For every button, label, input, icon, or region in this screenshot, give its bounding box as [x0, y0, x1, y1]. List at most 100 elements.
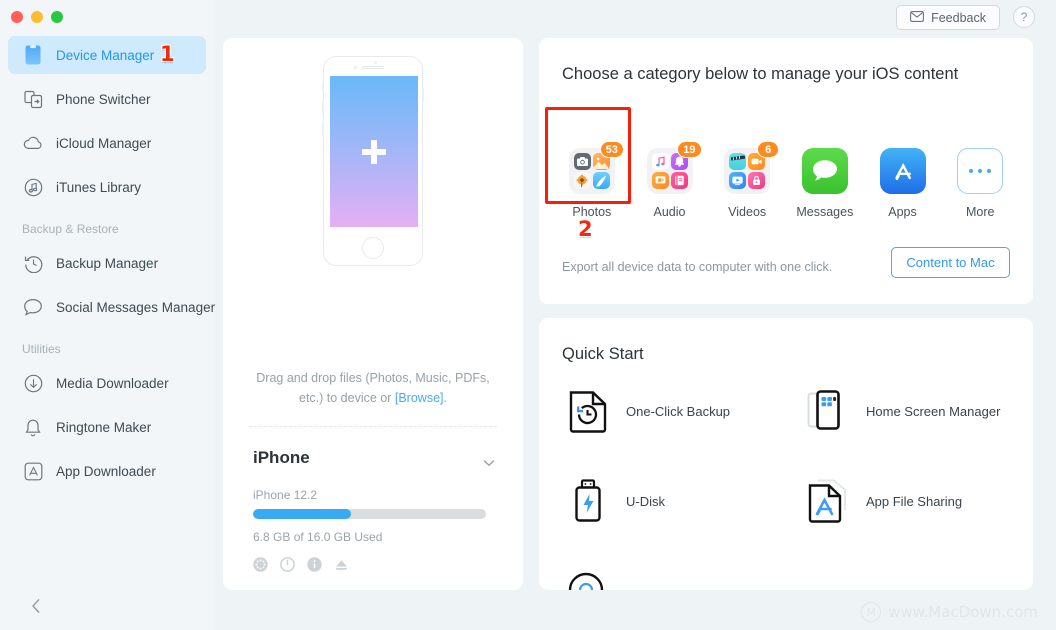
- quick-start-item-partial[interactable]: [562, 564, 1010, 590]
- help-button[interactable]: ?: [1013, 6, 1035, 28]
- sidebar-group-backup-restore: Backup & Restore: [22, 222, 119, 236]
- chat-bubble-icon: [22, 296, 44, 318]
- iphone-dropzone-illustration: [322, 56, 424, 266]
- sidebar-item-social-messages-manager[interactable]: Social Messages Manager: [8, 288, 215, 326]
- device-icon: [22, 44, 44, 66]
- drag-hint-line2: etc.) to device or: [299, 391, 395, 405]
- power-button-side: [422, 87, 424, 103]
- sidebar-item-icloud-manager[interactable]: iCloud Manager: [8, 124, 206, 162]
- sidebar-item-app-downloader[interactable]: App Downloader: [8, 452, 206, 490]
- home-screen-icon: [802, 385, 854, 437]
- sidebar-item-itunes-library[interactable]: iTunes Library: [8, 168, 206, 206]
- category-item-photos[interactable]: 53 Photos: [553, 141, 631, 219]
- quick-start-label: One-Click Backup: [626, 403, 731, 419]
- eject-icon[interactable]: [334, 557, 349, 572]
- sidebar: Device Manager 1 Phone Switcher iCloud M…: [0, 0, 215, 630]
- more-ellipsis-icon: [957, 148, 1004, 194]
- feedback-button[interactable]: Feedback: [896, 5, 1000, 30]
- quick-start-label: Home Screen Manager: [866, 403, 1001, 419]
- volume-down-button: [322, 121, 324, 137]
- info-icon[interactable]: [307, 557, 322, 572]
- step-2-annotation: 2: [578, 217, 593, 241]
- phone-switcher-icon: [22, 88, 44, 110]
- sidebar-item-label: Media Downloader: [56, 375, 169, 391]
- minimize-window-button[interactable]: [31, 11, 43, 23]
- photos-folder-icon: 53: [568, 141, 624, 194]
- close-window-button[interactable]: [11, 11, 23, 23]
- quick-start-item-one-click-backup[interactable]: One-Click Backup: [562, 380, 770, 442]
- partial-circle-icon: [568, 572, 604, 590]
- videos-count-badge: 6: [757, 141, 780, 158]
- music-note-tile-icon: [651, 153, 669, 170]
- camera-tile-icon: [573, 153, 591, 170]
- quick-start-item-u-disk[interactable]: U-Disk: [562, 470, 770, 532]
- chevron-left-icon: [31, 599, 39, 613]
- mute-switch: [322, 82, 324, 92]
- category-list: 53 Photos 19 Audio 6 Videos Messages App…: [553, 141, 1019, 219]
- phone-dropzone[interactable]: [223, 38, 523, 336]
- category-label: Audio: [653, 205, 686, 219]
- drag-hint-period: .: [443, 391, 447, 405]
- device-panel: Drag and drop files (Photos, Music, PDFs…: [223, 38, 523, 590]
- music-note-icon: [22, 176, 44, 198]
- snowflake-icon[interactable]: [253, 557, 268, 572]
- sidebar-item-device-manager[interactable]: Device Manager 1: [8, 36, 206, 74]
- quick-start-item-home-screen-manager[interactable]: Home Screen Manager: [802, 380, 1010, 442]
- feedback-label: Feedback: [931, 10, 986, 25]
- device-divider: [249, 426, 497, 427]
- home-button: [362, 237, 384, 259]
- step-1-annotation: 1: [160, 42, 175, 66]
- category-item-more[interactable]: More: [941, 148, 1019, 219]
- storage-bar-fill: [253, 509, 351, 519]
- watermark: M www.MacDown.com: [861, 602, 1038, 622]
- sidebar-item-label: iCloud Manager: [56, 135, 152, 151]
- storage-bar: [253, 509, 486, 519]
- category-item-messages[interactable]: Messages: [786, 148, 864, 219]
- export-hint-text: Export all device data to computer with …: [562, 260, 833, 274]
- quick-start-item-app-file-sharing[interactable]: App File Sharing: [802, 470, 1010, 532]
- category-item-audio[interactable]: 19 Audio: [631, 141, 709, 219]
- app-file-icon: [802, 475, 854, 527]
- browse-link[interactable]: [Browse]: [395, 391, 444, 405]
- sidebar-item-backup-manager[interactable]: Backup Manager: [8, 244, 206, 282]
- category-item-videos[interactable]: 6 Videos: [708, 141, 786, 219]
- appstore-icon: [879, 148, 926, 194]
- sidebar-group-utilities: Utilities: [22, 342, 61, 356]
- storage-usage-label: 6.8 GB of 16.0 GB Used: [253, 530, 383, 544]
- audio-folder-icon: 19: [646, 141, 702, 194]
- category-item-apps[interactable]: Apps: [864, 148, 942, 219]
- sidebar-collapse-button[interactable]: [26, 596, 46, 616]
- usb-drive-icon: [562, 475, 614, 527]
- voice-memo-tile-icon: [670, 172, 688, 189]
- sidebar-item-media-downloader[interactable]: Media Downloader: [8, 364, 206, 402]
- private-lock-tile-icon: [748, 172, 766, 189]
- maximize-window-button[interactable]: [51, 11, 63, 23]
- device-dropdown-toggle[interactable]: [483, 456, 495, 470]
- content-to-mac-button[interactable]: Content to Mac: [891, 247, 1010, 278]
- sidebar-item-phone-switcher[interactable]: Phone Switcher: [8, 80, 206, 118]
- sidebar-item-label: App Downloader: [56, 463, 156, 479]
- photo-wave-tile-icon: [592, 172, 610, 189]
- sunflower-tile-icon: [573, 172, 591, 189]
- download-circle-icon: [22, 372, 44, 394]
- category-label: Apps: [888, 205, 917, 219]
- quick-start-grid: One-Click Backup Home Screen Manager U-D…: [562, 380, 1010, 532]
- videos-folder-icon: 6: [724, 141, 780, 194]
- drag-hint-line1: Drag and drop files (Photos, Music, PDFs…: [256, 371, 490, 385]
- backup-file-icon: [562, 385, 614, 437]
- device-name: iPhone: [253, 448, 310, 467]
- audio-count-badge: 19: [677, 141, 702, 158]
- drag-drop-hint: Drag and drop files (Photos, Music, PDFs…: [249, 368, 497, 408]
- chevron-down-icon: [483, 460, 495, 467]
- quick-start-label: App File Sharing: [866, 493, 963, 509]
- sidebar-item-label: Backup Manager: [56, 255, 159, 271]
- envelope-icon: [910, 10, 925, 25]
- cloud-icon: [22, 132, 44, 154]
- category-card: Choose a category below to manage your i…: [539, 38, 1033, 304]
- power-icon[interactable]: [280, 557, 295, 572]
- sidebar-item-ringtone-maker[interactable]: Ringtone Maker: [8, 408, 206, 446]
- app-window: Device Manager 1 Phone Switcher iCloud M…: [0, 0, 1056, 630]
- bell-icon: [22, 416, 44, 438]
- content-to-mac-label: Content to Mac: [906, 255, 995, 270]
- sensor-icon: [354, 66, 357, 69]
